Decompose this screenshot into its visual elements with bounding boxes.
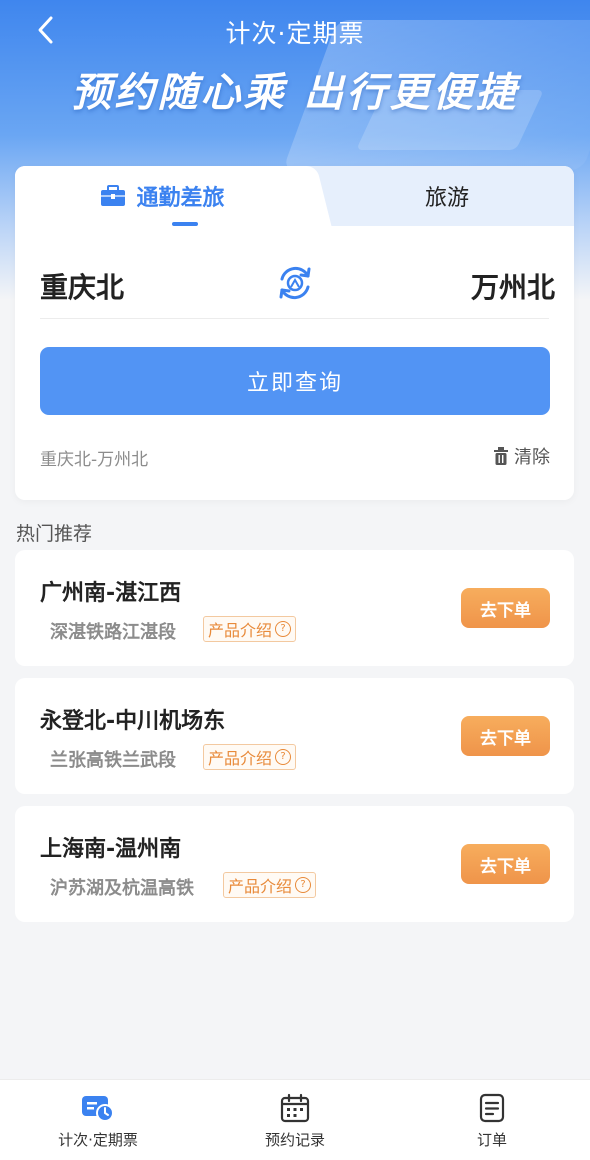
section-title: 热门推荐 bbox=[16, 523, 93, 545]
place-order-button[interactable]: 去下单 bbox=[461, 716, 550, 756]
question-icon: ? bbox=[275, 749, 292, 765]
nav-item-reservation-records[interactable]: 预约记录 bbox=[197, 1080, 393, 1160]
order-list-icon bbox=[478, 1091, 506, 1125]
question-icon: ? bbox=[295, 877, 312, 893]
route-line: 深湛铁路江湛段 bbox=[50, 622, 176, 643]
product-intro-link[interactable]: 产品介绍 ? bbox=[203, 616, 297, 642]
active-tab-indicator bbox=[172, 222, 198, 226]
product-intro-label: 产品介绍 bbox=[208, 621, 273, 640]
from-station[interactable]: 重庆北 bbox=[40, 266, 124, 306]
nav-label: 预约记录 bbox=[264, 1130, 325, 1149]
tab-travel[interactable]: 旅游 bbox=[320, 166, 574, 226]
place-order-button[interactable]: 去下单 bbox=[461, 588, 550, 628]
route-card[interactable]: 广州南-湛江西 深湛铁路江湛段 产品介绍 ? 去下单 bbox=[15, 550, 574, 666]
route-card[interactable]: 永登北-中川机场东 兰张高铁兰武段 产品介绍 ? 去下单 bbox=[15, 678, 574, 794]
tab-bar: 旅游 通勤差旅 bbox=[15, 166, 574, 226]
bottom-nav: 计次·定期票 预约记录 订单 bbox=[0, 1079, 590, 1160]
station-selector: 重庆北 万州北 bbox=[40, 254, 555, 314]
tab-label: 通勤差旅 bbox=[136, 186, 225, 211]
clear-history-button[interactable]: 清除 bbox=[493, 443, 550, 469]
nav-label: 计次·定期票 bbox=[58, 1130, 138, 1149]
product-intro-link[interactable]: 产品介绍 ? bbox=[223, 872, 317, 898]
route-name: 广州南-湛江西 bbox=[40, 581, 182, 606]
booking-card: 旅游 通勤差旅 重庆北 万州北 立即查询 重庆北-万州北 清除 bbox=[15, 166, 574, 500]
product-intro-label: 产品介绍 bbox=[228, 877, 293, 896]
calendar-icon bbox=[280, 1091, 310, 1125]
divider bbox=[40, 318, 549, 319]
clear-label: 清除 bbox=[514, 447, 550, 468]
route-name: 永登北-中川机场东 bbox=[40, 709, 226, 734]
tab-label: 旅游 bbox=[424, 186, 469, 211]
product-intro-label: 产品介绍 bbox=[208, 749, 273, 768]
search-history-item[interactable]: 重庆北-万州北 bbox=[40, 445, 148, 470]
product-intro-link[interactable]: 产品介绍 ? bbox=[203, 744, 297, 770]
route-name: 上海南-温州南 bbox=[40, 837, 182, 862]
tab-commute[interactable]: 通勤差旅 bbox=[15, 166, 310, 226]
swap-stations-button[interactable] bbox=[274, 262, 316, 304]
route-line: 沪苏湖及杭温高铁 bbox=[50, 878, 194, 899]
nav-item-orders[interactable]: 订单 bbox=[394, 1080, 590, 1160]
question-icon: ? bbox=[275, 621, 292, 637]
page-title: 计次·定期票 bbox=[225, 19, 365, 48]
nav-label: 订单 bbox=[476, 1130, 507, 1149]
place-order-button[interactable]: 去下单 bbox=[461, 844, 550, 884]
route-card[interactable]: 上海南-温州南 沪苏湖及杭温高铁 产品介绍 ? 去下单 bbox=[15, 806, 574, 922]
swap-icon bbox=[279, 266, 311, 300]
to-station[interactable]: 万州北 bbox=[471, 266, 555, 306]
trash-icon bbox=[493, 447, 509, 465]
ticket-clock-icon bbox=[81, 1091, 115, 1125]
query-button[interactable]: 立即查询 bbox=[40, 347, 550, 415]
banner-slogan: 预约随心乘 出行更便捷 bbox=[71, 70, 519, 116]
briefcase-icon bbox=[100, 185, 126, 207]
nav-item-periodic-ticket[interactable]: 计次·定期票 bbox=[0, 1080, 196, 1160]
route-line: 兰张高铁兰武段 bbox=[50, 750, 176, 771]
